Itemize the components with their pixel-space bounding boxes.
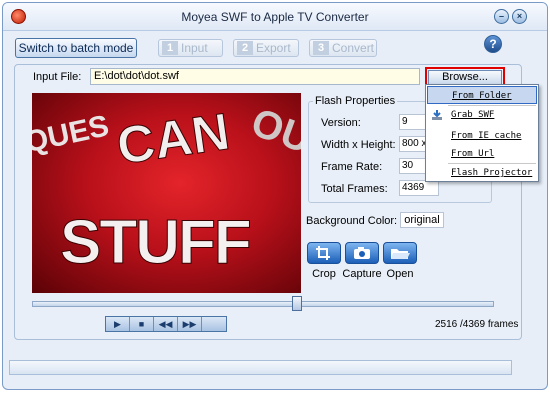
open-label: Open — [386, 268, 414, 280]
toolbar: Switch to batch mode 1 Input 2 Export 3 Con… — [3, 32, 547, 63]
input-file-field[interactable]: E:\dot\dot\dot.swf — [90, 68, 420, 85]
preview-word: QUES — [32, 109, 112, 159]
step-number: 3 — [313, 41, 329, 55]
flash-properties-title: Flash Properties — [313, 95, 398, 107]
step-label: Convert — [332, 41, 375, 55]
window-title: Moyea SWF to Apple TV Converter — [181, 10, 369, 24]
playback-controls: ▶ ■ ◀◀ ▶▶ — [105, 316, 227, 332]
frame-rate-label: Frame Rate: — [321, 161, 383, 173]
menu-item-from-url[interactable]: From Url — [427, 145, 537, 163]
playback-slider-thumb[interactable] — [292, 296, 303, 311]
menu-item-from-ie-cache[interactable]: From IE cache — [427, 127, 537, 145]
close-button[interactable]: × — [512, 9, 527, 24]
minimize-button[interactable]: – — [494, 9, 509, 24]
crop-button[interactable] — [307, 242, 341, 264]
preview-word: OU — [246, 100, 301, 162]
capture-button[interactable] — [345, 242, 379, 264]
browse-dropdown-menu: From Folder Grab SWF From IE cache From … — [425, 84, 539, 182]
menu-item-label: From IE cache — [451, 131, 522, 141]
step-export-button[interactable]: 2 Export — [233, 39, 299, 57]
previous-frame-button[interactable]: ◀◀ — [154, 317, 178, 331]
next-frame-button[interactable]: ▶▶ — [178, 317, 202, 331]
folder-icon — [391, 249, 410, 259]
menu-item-label: From Folder — [452, 91, 512, 101]
menu-item-grab-swf[interactable]: Grab SWF — [427, 106, 537, 124]
browse-button[interactable]: Browse... — [428, 70, 502, 85]
step-input-button[interactable]: 1 Input — [158, 39, 223, 57]
title-bar: Moyea SWF to Apple TV Converter – × — [3, 3, 547, 31]
step-label: Input — [181, 41, 208, 55]
help-button[interactable]: ? — [484, 35, 502, 53]
background-color-field[interactable]: original — [400, 212, 444, 228]
app-window: Moyea SWF to Apple TV Converter – × Swit… — [2, 2, 548, 390]
menu-item-label: Flash Projector — [451, 168, 533, 178]
flash-preview: QUES CAN OU STUFF — [32, 93, 301, 293]
camera-icon — [354, 247, 370, 259]
version-label: Version: — [321, 117, 361, 129]
menu-item-label: Grab SWF — [451, 110, 495, 120]
total-frames-label: Total Frames: — [321, 183, 388, 195]
step-label: Export — [256, 41, 291, 55]
menu-item-flash-projector[interactable]: Flash Projector — [427, 164, 537, 182]
frame-counter: 2516 /4369 frames — [435, 319, 519, 330]
preview-word: CAN — [113, 103, 233, 176]
step-number: 1 — [162, 41, 178, 55]
stop-button[interactable]: ■ — [130, 317, 154, 331]
open-button[interactable] — [383, 242, 417, 264]
download-icon — [432, 110, 442, 120]
crop-icon — [316, 246, 330, 260]
menu-item-label: From Url — [451, 149, 495, 159]
step-convert-button[interactable]: 3 Convert — [309, 39, 377, 57]
step-number: 2 — [237, 41, 253, 55]
switch-batch-mode-button[interactable]: Switch to batch mode — [15, 38, 137, 58]
status-bar — [9, 360, 512, 375]
playback-slider-track[interactable] — [32, 301, 494, 307]
preview-word: STUFF — [60, 208, 250, 277]
background-color-label: Background Color: — [306, 215, 398, 227]
total-frames-value: 4369 — [399, 180, 439, 196]
size-label: Width x Height: — [321, 139, 396, 151]
input-file-label: Input File: — [33, 71, 82, 83]
play-button[interactable]: ▶ — [106, 317, 130, 331]
menu-item-from-folder[interactable]: From Folder — [427, 86, 537, 104]
